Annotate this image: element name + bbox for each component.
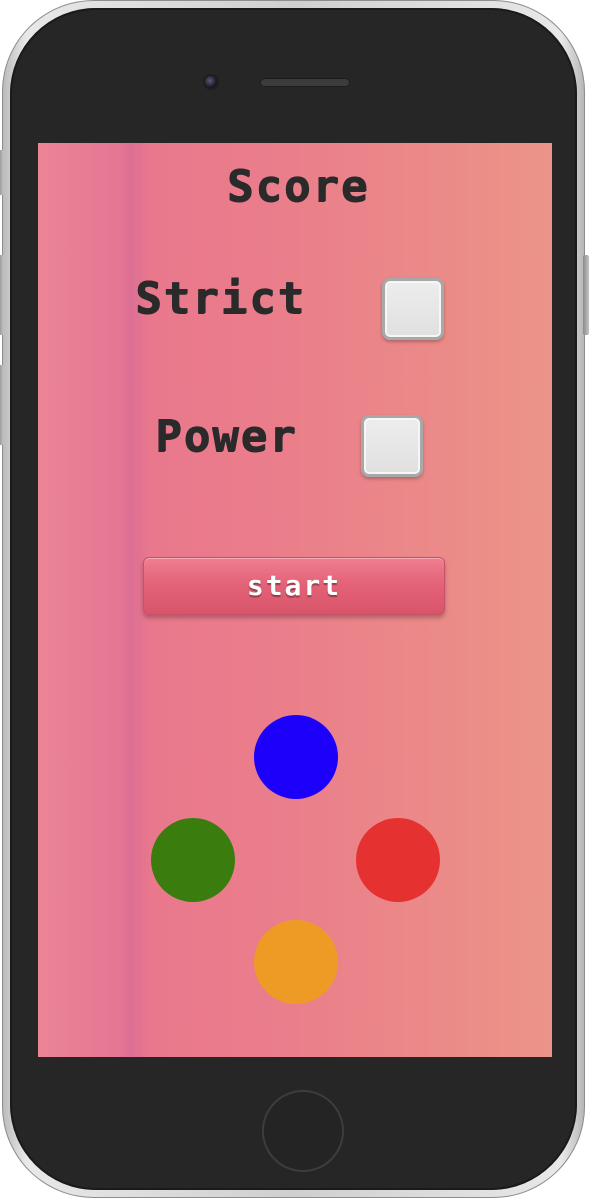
earpiece-speaker — [260, 78, 350, 87]
power-side-button — [583, 255, 589, 335]
volume-down-button — [0, 365, 4, 445]
strict-label: Strict — [135, 273, 306, 324]
strict-checkbox[interactable] — [382, 278, 444, 340]
mute-switch — [0, 150, 4, 195]
volume-up-button — [0, 255, 4, 335]
front-camera-icon — [205, 76, 217, 88]
game-screen: Score Strict Power start — [38, 143, 552, 1057]
red-pad[interactable] — [356, 818, 440, 902]
start-button[interactable]: start — [143, 557, 445, 615]
power-label: Power — [155, 411, 298, 462]
score-label: Score — [226, 161, 370, 212]
power-checkbox[interactable] — [361, 415, 423, 477]
home-button[interactable] — [262, 1090, 344, 1172]
green-pad[interactable] — [151, 818, 235, 902]
blue-pad[interactable] — [254, 715, 338, 799]
yellow-pad[interactable] — [254, 920, 338, 1004]
